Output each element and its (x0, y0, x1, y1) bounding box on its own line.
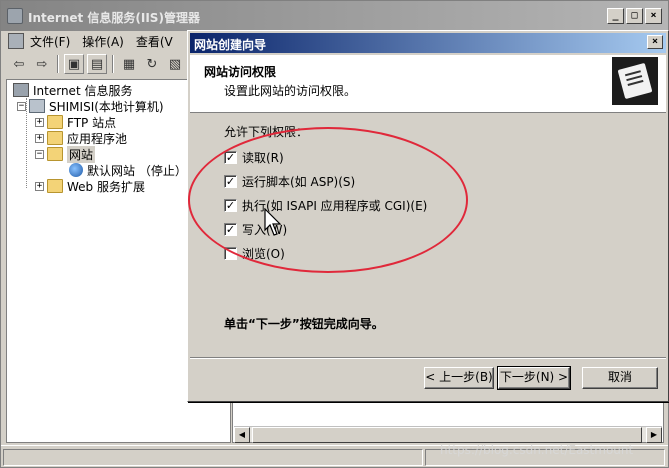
window-controls: _ □ × (607, 8, 662, 24)
permission-write-label: 写入(W) (242, 223, 288, 237)
iis-window-title: Internet 信息服务(IIS)管理器 (28, 11, 200, 25)
wizard-header: 网站访问权限 设置此网站的访问权限。 (190, 55, 666, 113)
permissions-group-label: 允许下列权限： (224, 125, 309, 139)
iis-app-icon (7, 8, 23, 24)
wizard-book-icon (612, 57, 658, 105)
folder-icon (47, 131, 63, 145)
minimize-button[interactable]: _ (607, 8, 624, 24)
horizontal-scrollbar[interactable]: ◀ ▶ (234, 426, 662, 443)
tree-computer-label: SHIMISI(本地计算机) (49, 99, 164, 114)
folder-icon (47, 179, 63, 193)
wizard-divider (190, 357, 666, 359)
next-button[interactable]: 下一步(N) > (497, 366, 571, 390)
expand-icon[interactable]: + (35, 181, 44, 191)
permission-browse[interactable]: 浏览(O) (224, 245, 285, 262)
wizard-close-button[interactable]: × (647, 35, 663, 49)
execute-checkbox[interactable]: ✓ (224, 199, 237, 212)
folder-icon (47, 115, 63, 129)
cancel-button[interactable]: 取消 (582, 367, 658, 389)
expand-icon[interactable]: + (35, 117, 44, 127)
collapse-icon[interactable]: − (35, 149, 44, 159)
write-checkbox[interactable]: ✓ (224, 223, 237, 236)
system-menu-icon[interactable] (8, 33, 24, 49)
permission-write[interactable]: ✓ 写入(W) (224, 221, 287, 238)
tree-default-site-label: 默认网站 （停止） (87, 163, 187, 178)
website-creation-wizard: 网站创建向导 × 网站访问权限 设置此网站的访问权限。 允许下列权限： ✓ 读取… (187, 30, 669, 402)
iis-title-bar[interactable]: Internet 信息服务(IIS)管理器 _ □ × (1, 1, 668, 31)
menu-view[interactable]: 查看(V (130, 33, 179, 50)
tree-websites[interactable]: − 网站 (35, 145, 96, 163)
tree-app-pools-label: 应用程序池 (67, 131, 128, 146)
permission-read[interactable]: ✓ 读取(R) (224, 149, 284, 166)
tree-root[interactable]: Internet 信息服务 (13, 82, 132, 98)
tree-app-pools[interactable]: + 应用程序池 (35, 130, 127, 146)
iis-server-icon (13, 83, 29, 97)
permission-execute[interactable]: ✓ 执行(如 ISAPI 应用程序或 CGI)(E) (224, 197, 427, 214)
permission-execute-label: 执行(如 ISAPI 应用程序或 CGI)(E) (242, 199, 428, 213)
stopped-website-icon (69, 163, 83, 177)
tree-websites-label: 网站 (67, 145, 96, 163)
menu-bar: 文件(F) 操作(A) 查看(V (1, 31, 201, 51)
scrollbar-thumb[interactable] (252, 427, 642, 443)
permission-run-scripts-label: 运行脚本(如 ASP)(S) (242, 175, 356, 189)
back-arrow-icon[interactable]: ⇦ (9, 54, 29, 74)
up-folder-icon[interactable]: ▣ (64, 54, 84, 74)
wizard-title: 网站创建向导 (194, 38, 267, 52)
scroll-left-icon[interactable]: ◀ (234, 427, 250, 443)
wizard-subheading: 设置此网站的访问权限。 (224, 84, 357, 98)
export-icon[interactable]: ▧ (165, 54, 185, 74)
wizard-title-bar[interactable]: 网站创建向导 × (190, 33, 666, 53)
read-checkbox[interactable]: ✓ (224, 151, 237, 164)
wizard-body: 允许下列权限： ✓ 读取(R) ✓ 运行脚本(如 ASP)(S) ✓ 执行(如 … (190, 115, 666, 359)
back-button[interactable]: < 上一步(B) (424, 367, 494, 389)
tree-default-site[interactable]: 默认网站 （停止） (69, 162, 187, 178)
toolbar: ⇦ ⇨ ▣ ▤ ▦ ↻ ▧ (1, 53, 201, 75)
open-folder-icon (47, 147, 63, 161)
permission-browse-label: 浏览(O) (242, 247, 285, 261)
expand-icon[interactable]: + (35, 133, 44, 143)
forward-arrow-icon[interactable]: ⇨ (32, 54, 52, 74)
tree-ftp-label: FTP 站点 (67, 115, 117, 130)
permission-run-scripts[interactable]: ✓ 运行脚本(如 ASP)(S) (224, 173, 355, 190)
toolbar-separator (57, 55, 59, 73)
menu-action[interactable]: 操作(A) (76, 33, 130, 50)
properties-icon[interactable]: ▦ (119, 54, 139, 74)
browse-checkbox[interactable] (224, 247, 237, 260)
status-cell (3, 449, 423, 466)
tree-computer[interactable]: − SHIMISI(本地计算机) (17, 98, 164, 114)
computer-icon (29, 99, 45, 113)
scroll-right-icon[interactable]: ▶ (646, 427, 662, 443)
tree-web-ext[interactable]: + Web 服务扩展 (35, 178, 145, 194)
close-button[interactable]: × (645, 8, 662, 24)
show-tree-icon[interactable]: ▤ (87, 54, 107, 74)
toolbar-separator (112, 55, 114, 73)
maximize-button[interactable]: □ (626, 8, 643, 24)
watermark: https://blog.csdn.net/Eastmount (440, 443, 634, 457)
permission-read-label: 读取(R) (242, 151, 284, 165)
tree-root-label: Internet 信息服务 (33, 83, 133, 98)
menu-file[interactable]: 文件(F) (24, 33, 76, 50)
tree-ftp[interactable]: + FTP 站点 (35, 114, 116, 130)
wizard-heading: 网站访问权限 (204, 65, 277, 79)
collapse-icon[interactable]: − (17, 101, 26, 111)
tree-web-ext-label: Web 服务扩展 (67, 179, 145, 194)
finish-instruction: 单击“下一步”按钮完成向导。 (224, 317, 384, 331)
refresh-icon[interactable]: ↻ (142, 54, 162, 74)
run-scripts-checkbox[interactable]: ✓ (224, 175, 237, 188)
